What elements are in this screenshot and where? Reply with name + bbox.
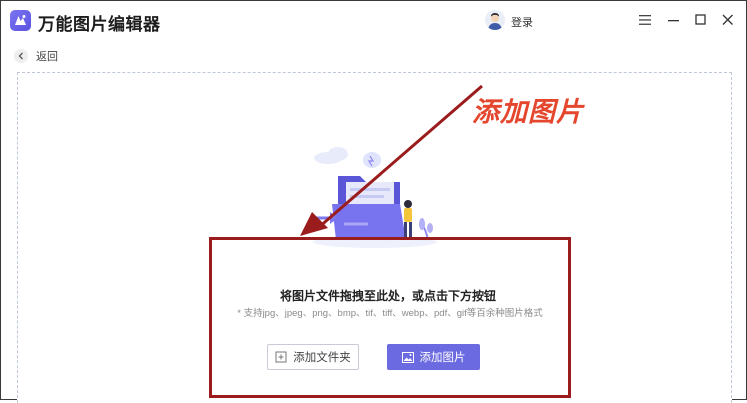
add-folder-icon xyxy=(275,351,287,363)
add-image-button[interactable]: 添加图片 xyxy=(387,344,480,370)
image-icon xyxy=(401,351,414,363)
add-image-label: 添加图片 xyxy=(419,352,466,364)
supported-formats-hint: * 支持jpg、jpeg、png、bmp、tif、tiff、webp、pdf、g… xyxy=(237,308,543,319)
add-folder-label: 添加文件夹 xyxy=(293,352,351,364)
annotation-label: 添加图片 xyxy=(472,97,584,127)
add-folder-button[interactable]: 添加文件夹 xyxy=(267,344,359,370)
drop-hint-title: 将图片文件拖拽至此处，或点击下方按钮 xyxy=(279,289,496,303)
